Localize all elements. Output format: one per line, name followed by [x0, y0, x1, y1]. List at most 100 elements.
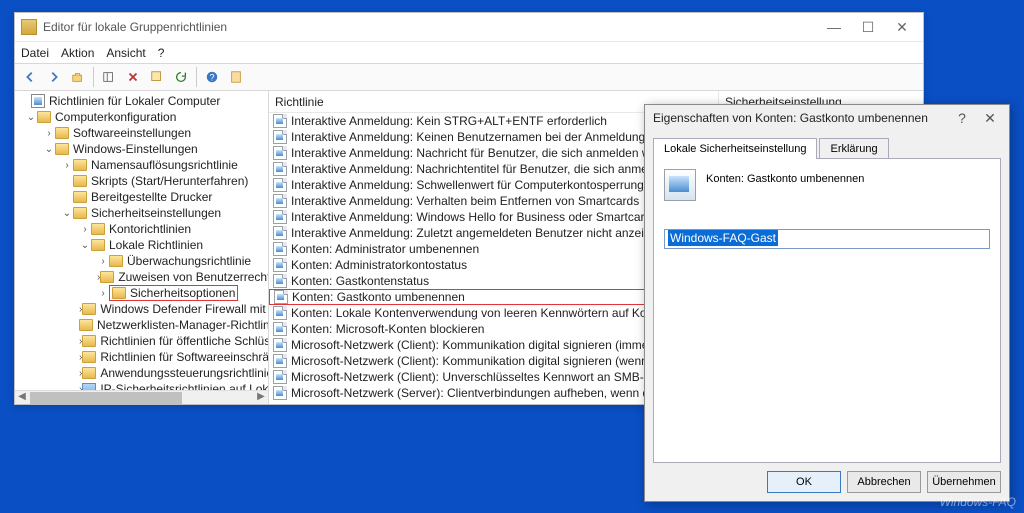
minimize-button[interactable]: — — [817, 16, 851, 38]
policy-item-icon — [273, 322, 287, 336]
dialog-tabs: Lokale Sicherheitseinstellung Erklärung — [645, 131, 1009, 158]
tree-security-options[interactable]: ›Sicherheitsoptionen — [17, 285, 268, 301]
menu-file[interactable]: Datei — [21, 46, 49, 60]
delete-button[interactable] — [122, 66, 144, 88]
dialog-title: Eigenschaften von Konten: Gastkonto umbe… — [653, 111, 949, 125]
tree-windows-settings[interactable]: ⌄Windows-Einstellungen — [17, 141, 268, 157]
list-item-label: Interaktive Anmeldung: Kein STRG+ALT+ENT… — [291, 114, 607, 128]
policy-item-icon — [273, 178, 287, 192]
help-button[interactable]: ? — [201, 66, 223, 88]
folder-icon — [109, 255, 123, 267]
tree-name-resolution[interactable]: ›Namensauflösungsrichtlinie — [17, 157, 268, 173]
tree-user-rights[interactable]: ›Zuweisen von Benutzerrechten — [17, 269, 268, 285]
policy-item-icon — [273, 370, 287, 384]
tree-app-control[interactable]: ›Anwendungssteuerungsrichtlinien — [17, 365, 268, 381]
rename-input[interactable]: Windows-FAQ-Gast — [664, 229, 990, 249]
folder-icon — [91, 239, 105, 251]
menubar: Datei Aktion Ansicht ? — [15, 41, 923, 63]
dialog-close-button[interactable]: ✕ — [975, 110, 1005, 127]
folder-icon — [100, 271, 114, 283]
forward-button[interactable] — [43, 66, 65, 88]
toolbar: ? — [15, 63, 923, 91]
tree-account-policies[interactable]: ›Kontorichtlinien — [17, 221, 268, 237]
policy-item-icon — [273, 210, 287, 224]
menu-help[interactable]: ? — [158, 46, 165, 60]
policy-item-icon — [273, 258, 287, 272]
folder-icon — [82, 351, 96, 363]
policy-item-icon — [273, 242, 287, 256]
policy-item-icon — [273, 338, 287, 352]
rename-value: Windows-FAQ-Gast — [668, 230, 778, 246]
list-item-label: Microsoft-Netzwerk (Client): Kommunikati… — [291, 338, 656, 352]
folder-icon — [82, 335, 96, 347]
policy-item-icon — [273, 194, 287, 208]
tree-local-policies[interactable]: ⌄Lokale Richtlinien — [17, 237, 268, 253]
menu-action[interactable]: Aktion — [61, 46, 94, 60]
list-item-label: Konten: Microsoft-Konten blockieren — [291, 322, 484, 336]
tree-security-settings[interactable]: ⌄Sicherheitseinstellungen — [17, 205, 268, 221]
policy-item-icon — [273, 226, 287, 240]
policy-item-icon — [273, 146, 287, 160]
tree-audit-policy[interactable]: ›Überwachungsrichtlinie — [17, 253, 268, 269]
folder-icon — [73, 159, 87, 171]
cancel-button[interactable]: Abbrechen — [847, 471, 921, 493]
folder-icon — [112, 287, 126, 299]
folder-icon — [55, 127, 69, 139]
list-item-label: Interaktive Anmeldung: Zuletzt angemelde… — [291, 226, 664, 240]
folder-icon — [73, 175, 87, 187]
watermark: Windows-FAQ — [940, 495, 1016, 509]
tree-deployed-printers[interactable]: Bereitgestellte Drucker — [17, 189, 268, 205]
folder-icon — [91, 223, 105, 235]
list-item-label: Interaktive Anmeldung: Schwellenwert für… — [291, 178, 644, 192]
tab-local-security[interactable]: Lokale Sicherheitseinstellung — [653, 138, 817, 159]
list-item-label: Konten: Administratorkontostatus — [291, 258, 467, 272]
ok-button[interactable]: OK — [767, 471, 841, 493]
list-item-label: Interaktive Anmeldung: Nachricht für Ben… — [291, 146, 676, 160]
dialog-policy-label: Konten: Gastkonto umbenennen — [706, 173, 864, 185]
list-item-label: Konten: Administrator umbenennen — [291, 242, 479, 256]
folder-icon — [55, 143, 69, 155]
folder-icon — [79, 319, 93, 331]
dialog-body: Konten: Gastkonto umbenennen Windows-FAQ… — [653, 158, 1001, 463]
up-button[interactable] — [67, 66, 89, 88]
refresh-button[interactable] — [170, 66, 192, 88]
apply-button[interactable]: Übernehmen — [927, 471, 1001, 493]
folder-icon — [73, 191, 87, 203]
horizontal-scrollbar[interactable]: ◀▶ — [15, 390, 268, 404]
tree-computer-config[interactable]: ⌄Computerkonfiguration — [17, 109, 268, 125]
tab-explanation[interactable]: Erklärung — [819, 138, 888, 159]
tree-root[interactable]: Richtlinien für Lokaler Computer — [17, 93, 268, 109]
policy-item-icon — [273, 274, 287, 288]
folder-icon — [82, 367, 96, 379]
list-item-label: Interaktive Anmeldung: Verhalten beim En… — [291, 194, 639, 208]
folder-icon — [82, 303, 96, 315]
folder-icon — [37, 111, 51, 123]
titlebar[interactable]: Editor für lokale Gruppenrichtlinien — ☐… — [15, 13, 923, 41]
dialog-titlebar[interactable]: Eigenschaften von Konten: Gastkonto umbe… — [645, 105, 1009, 131]
policy-item-icon — [273, 386, 287, 400]
properties-button[interactable] — [146, 66, 168, 88]
maximize-button[interactable]: ☐ — [851, 16, 885, 38]
policy-root-icon — [31, 94, 45, 108]
policy-item-icon — [273, 354, 287, 368]
close-button[interactable]: ✕ — [885, 16, 919, 38]
svg-text:?: ? — [210, 73, 215, 83]
folder-icon — [73, 207, 87, 219]
policy-item-icon — [274, 290, 288, 304]
tree-firewall[interactable]: ›Windows Defender Firewall mit erwei — [17, 301, 268, 317]
tree-scripts[interactable]: Skripts (Start/Herunterfahren) — [17, 173, 268, 189]
list-item-label: Konten: Gastkontenstatus — [291, 274, 429, 288]
tree-software-settings[interactable]: ›Softwareeinstellungen — [17, 125, 268, 141]
tree-software-restriction[interactable]: ›Richtlinien für Softwareeinschränkun — [17, 349, 268, 365]
dialog-help-button[interactable]: ? — [949, 110, 975, 126]
back-button[interactable] — [19, 66, 41, 88]
menu-view[interactable]: Ansicht — [106, 46, 145, 60]
tree-pane[interactable]: Richtlinien für Lokaler Computer ⌄Comput… — [15, 91, 269, 404]
filter-button[interactable] — [225, 66, 247, 88]
policy-item-icon — [273, 162, 287, 176]
tree-network-list[interactable]: Netzwerklisten-Manager-Richtlinien — [17, 317, 268, 333]
show-hide-tree-button[interactable] — [98, 66, 120, 88]
tree-public-key[interactable]: ›Richtlinien für öffentliche Schlüssel — [17, 333, 268, 349]
list-item-label: Interaktive Anmeldung: Keinen Benutzerna… — [291, 130, 697, 144]
policy-item-icon — [273, 306, 287, 320]
